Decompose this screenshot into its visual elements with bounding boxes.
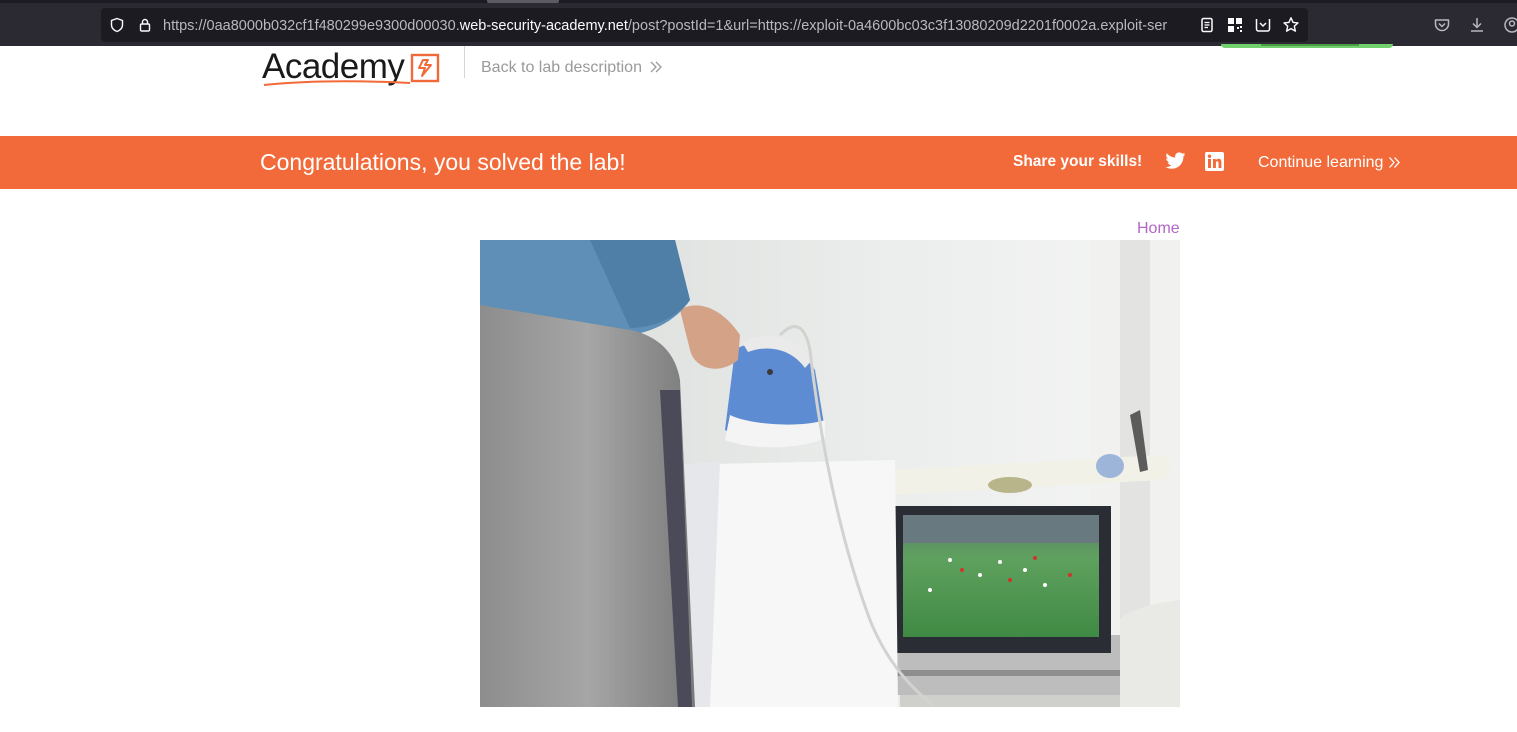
url-host: web-security-academy.net <box>459 18 628 34</box>
url-prefix: https://0aa8000b032cf1f480299e9300d00030… <box>163 18 460 34</box>
home-link[interactable]: Home <box>1137 220 1180 238</box>
active-tab-indicator[interactable] <box>487 0 559 3</box>
lightning-bolt-icon <box>410 53 440 83</box>
continue-learning-link[interactable]: Continue learning <box>1258 154 1383 172</box>
lock-icon[interactable] <box>137 17 153 33</box>
ironing-tv-photo <box>480 240 1180 707</box>
header-divider <box>464 46 465 78</box>
twitter-icon[interactable] <box>1165 152 1186 171</box>
url-text[interactable]: https://0aa8000b032cf1f480299e9300d00030… <box>163 17 1188 35</box>
lab-status-indicator <box>1221 44 1393 48</box>
back-to-lab-description-link[interactable]: Back to lab description <box>481 58 642 78</box>
share-your-skills-label: Share your skills! <box>1013 153 1143 170</box>
linkedin-icon[interactable] <box>1205 152 1224 171</box>
academy-logo[interactable]: Academy <box>262 46 452 90</box>
url-path: /post?postId=1&url=https://exploit-0a460… <box>627 18 1168 34</box>
reader-view-icon[interactable] <box>1198 16 1216 34</box>
account-icon[interactable] <box>1503 16 1517 34</box>
shield-icon[interactable] <box>109 17 125 33</box>
bookmark-star-icon[interactable] <box>1282 16 1300 34</box>
tab-strip-edge <box>0 0 1517 3</box>
qr-code-icon[interactable] <box>1226 16 1244 34</box>
solved-message: Congratulations, you solved the lab! <box>260 149 626 175</box>
post-image <box>480 240 1180 707</box>
downloads-icon[interactable] <box>1468 16 1486 34</box>
logo-underline-swoosh <box>263 80 411 86</box>
browser-toolbar: https://0aa8000b032cf1f480299e9300d00030… <box>0 0 1517 46</box>
save-to-pocket-icon[interactable] <box>1254 16 1272 34</box>
pocket-icon[interactable] <box>1433 16 1451 34</box>
double-chevron-right-icon[interactable] <box>1388 155 1401 170</box>
double-chevron-right-icon[interactable] <box>649 59 663 75</box>
